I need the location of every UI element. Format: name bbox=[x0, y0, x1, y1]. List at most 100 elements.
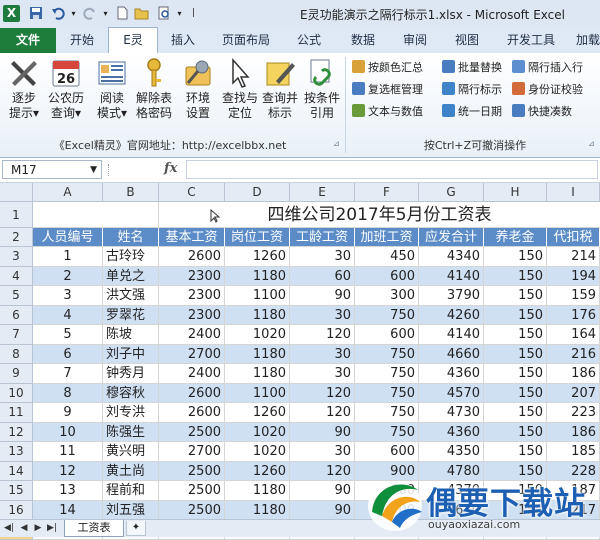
tab-addins[interactable]: 加载 bbox=[568, 28, 600, 53]
customize-toolbar-icon[interactable]: ▾ bbox=[172, 6, 187, 21]
name-box[interactable]: M17 ▼ bbox=[2, 160, 102, 179]
prev-sheet-icon[interactable]: ◀ bbox=[18, 522, 30, 534]
table-cell[interactable]: 300 bbox=[355, 286, 419, 306]
table-cell[interactable]: 60 bbox=[290, 266, 355, 286]
tab-view[interactable]: 视图 bbox=[440, 28, 494, 53]
column-header-G[interactable]: G bbox=[419, 183, 484, 202]
tab-insert[interactable]: 插入 bbox=[156, 28, 210, 53]
table-cell[interactable]: 1180 bbox=[225, 364, 290, 384]
undo-icon[interactable] bbox=[50, 6, 65, 21]
table-cell[interactable]: 黄土尚 bbox=[103, 461, 159, 481]
table-cell[interactable]: 13 bbox=[33, 481, 103, 501]
ribbon-small-button-3[interactable]: 隔行插入行 bbox=[512, 59, 583, 77]
ribbon-small-button-4[interactable]: 复选框管理 bbox=[352, 81, 423, 99]
table-cell[interactable]: 程前和 bbox=[103, 481, 159, 501]
row-header-13[interactable]: 13 bbox=[0, 442, 33, 462]
table-cell[interactable]: 186 bbox=[547, 422, 600, 442]
undo-dropdown-icon[interactable]: ▾ bbox=[66, 6, 81, 21]
table-cell[interactable]: 2700 bbox=[159, 344, 225, 364]
table-cell[interactable]: 2500 bbox=[159, 461, 225, 481]
table-cell[interactable]: 古玲玲 bbox=[103, 247, 159, 267]
function-icon[interactable]: fx bbox=[164, 161, 177, 176]
table-cell[interactable]: 2300 bbox=[159, 305, 225, 325]
table-cell[interactable]: 8 bbox=[33, 383, 103, 403]
table-cell[interactable]: 207 bbox=[547, 383, 600, 403]
table-cell[interactable]: 164 bbox=[547, 325, 600, 345]
table-cell[interactable]: 30 bbox=[290, 442, 355, 462]
table-header-cell[interactable]: 养老金 bbox=[484, 228, 547, 247]
table-cell[interactable]: 4140 bbox=[419, 325, 484, 345]
row-header-16[interactable]: 16 bbox=[0, 500, 33, 520]
table-cell[interactable]: 1180 bbox=[225, 305, 290, 325]
table-cell[interactable]: 120 bbox=[290, 403, 355, 423]
table-header-cell[interactable]: 工龄工资 bbox=[290, 228, 355, 247]
table-cell[interactable]: 陈强生 bbox=[103, 422, 159, 442]
ribbon-button-cross-tool[interactable]: 逐步 提示▾ bbox=[2, 57, 46, 121]
row-header-1[interactable]: 1 bbox=[0, 202, 33, 228]
table-cell[interactable]: 7 bbox=[33, 364, 103, 384]
table-cell[interactable]: 1100 bbox=[225, 286, 290, 306]
table-cell[interactable]: 90 bbox=[290, 481, 355, 501]
table-header-cell[interactable]: 基本工资 bbox=[159, 228, 225, 247]
name-box-dropdown-icon[interactable]: ▼ bbox=[90, 161, 97, 180]
ribbon-button-settings-tools[interactable]: 环境 设置 bbox=[176, 57, 220, 121]
table-header-cell[interactable]: 人员编号 bbox=[33, 228, 103, 247]
table-cell[interactable]: 5 bbox=[33, 325, 103, 345]
table-cell[interactable]: 洪文强 bbox=[103, 286, 159, 306]
ribbon-small-button-2[interactable]: 批量替换 bbox=[442, 59, 502, 77]
table-cell[interactable]: 176 bbox=[547, 305, 600, 325]
table-cell[interactable]: 159 bbox=[547, 286, 600, 306]
table-cell[interactable]: 11 bbox=[33, 442, 103, 462]
table-cell[interactable]: 90 bbox=[290, 286, 355, 306]
table-cell[interactable]: 214 bbox=[547, 247, 600, 267]
table-cell[interactable]: 4360 bbox=[419, 422, 484, 442]
sheet-title-cell[interactable]: 四维公司2017年5月份工资表 bbox=[159, 202, 600, 228]
ribbon-small-button-8[interactable]: 统一日期 bbox=[442, 103, 502, 121]
tab-data[interactable]: 数据 bbox=[336, 28, 390, 53]
row-header-2[interactable]: 2 bbox=[0, 228, 33, 247]
table-cell[interactable]: 150 bbox=[484, 247, 547, 267]
table-cell[interactable]: 14 bbox=[33, 500, 103, 520]
table-cell[interactable]: 750 bbox=[355, 422, 419, 442]
table-cell[interactable]: 750 bbox=[355, 403, 419, 423]
table-cell[interactable]: 4340 bbox=[419, 247, 484, 267]
select-all-corner[interactable] bbox=[0, 183, 33, 202]
table-cell[interactable]: 单兑之 bbox=[103, 266, 159, 286]
table-cell[interactable]: 2600 bbox=[159, 403, 225, 423]
table-cell[interactable]: 120 bbox=[290, 325, 355, 345]
table-cell[interactable]: 1180 bbox=[225, 344, 290, 364]
row-header-10[interactable]: 10 bbox=[0, 383, 33, 403]
sheet-cell-blank[interactable] bbox=[33, 202, 159, 228]
table-cell[interactable]: 150 bbox=[484, 325, 547, 345]
column-header-H[interactable]: H bbox=[484, 183, 547, 202]
table-cell[interactable]: 4570 bbox=[419, 383, 484, 403]
table-cell[interactable]: 4730 bbox=[419, 403, 484, 423]
table-cell[interactable]: 750 bbox=[355, 305, 419, 325]
row-header-14[interactable]: 14 bbox=[0, 461, 33, 481]
tab-review[interactable]: 审阅 bbox=[390, 28, 440, 53]
ribbon-small-button-5[interactable]: 隔行标示 bbox=[442, 81, 502, 99]
row-header-15[interactable]: 15 bbox=[0, 481, 33, 501]
table-cell[interactable]: 150 bbox=[484, 364, 547, 384]
table-cell[interactable]: 10 bbox=[33, 422, 103, 442]
ribbon-button-key[interactable]: 解除表 格密码 bbox=[132, 57, 176, 121]
table-cell[interactable]: 4660 bbox=[419, 344, 484, 364]
table-cell[interactable]: 2300 bbox=[159, 266, 225, 286]
table-cell[interactable]: 1260 bbox=[225, 461, 290, 481]
table-cell[interactable]: 4260 bbox=[419, 305, 484, 325]
tab-formulas[interactable]: 公式 bbox=[282, 28, 336, 53]
table-cell[interactable]: 1180 bbox=[225, 500, 290, 520]
table-cell[interactable]: 1180 bbox=[225, 266, 290, 286]
open-folder-icon[interactable] bbox=[134, 6, 149, 21]
table-cell[interactable]: 黄兴明 bbox=[103, 442, 159, 462]
table-cell[interactable]: 4350 bbox=[419, 442, 484, 462]
sheet-tab-salary[interactable]: 工资表 bbox=[64, 520, 124, 537]
print-preview-icon[interactable] bbox=[156, 6, 171, 21]
table-cell[interactable]: 3 bbox=[33, 286, 103, 306]
table-cell[interactable]: 600 bbox=[355, 442, 419, 462]
table-cell[interactable]: 1260 bbox=[225, 247, 290, 267]
table-cell[interactable]: 刘专洪 bbox=[103, 403, 159, 423]
table-cell[interactable]: 2400 bbox=[159, 364, 225, 384]
table-cell[interactable]: 600 bbox=[355, 325, 419, 345]
tab-page-layout[interactable]: 页面布局 bbox=[210, 28, 282, 53]
